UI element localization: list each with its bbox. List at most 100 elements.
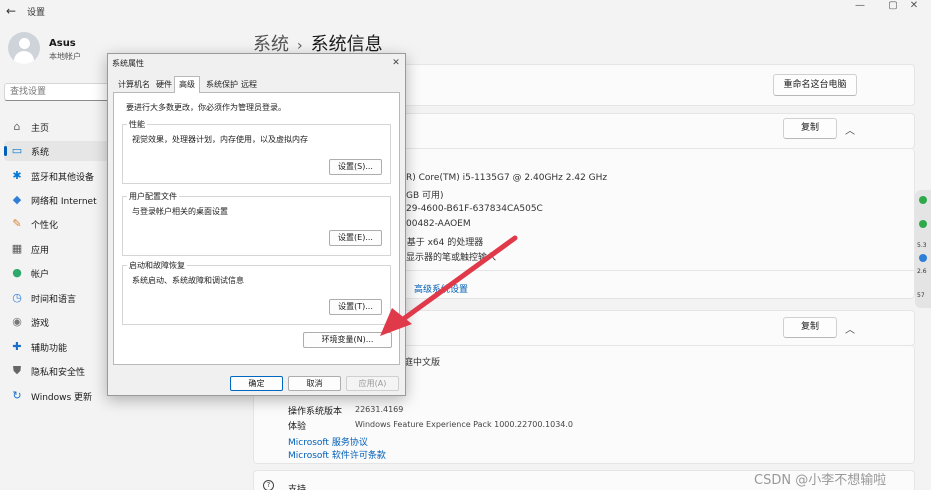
sidebar-item-system[interactable]: ▭ 系统 [4,141,112,161]
selection-indicator [4,146,7,156]
app-title: 设置 [27,8,46,18]
startup-recovery-group: 启动和故障恢复 系统启动、系统故障和调试信息 设置(T)... [122,260,391,325]
status-dot-icon [919,254,927,262]
home-icon: ⌂ [13,120,21,133]
apps-icon: ▦ [11,242,23,255]
sidebar-item-time-language[interactable]: ◷ 时间和语言 [4,288,112,308]
chevron-up-icon[interactable]: ︿ [843,321,857,336]
avatar-head [19,38,30,49]
title-bar: ← 设置 — ▢ ✕ [0,0,931,22]
sidebar-item-bluetooth[interactable]: ✱ 蓝牙和其他设备 [4,166,112,186]
sidebar-item-label: 网络和 Internet [31,197,97,207]
sidebar-item-label: 辅助功能 [31,344,68,354]
windows-spec-copy-button[interactable]: 复制 [783,317,837,338]
side-widget[interactable]: 5.3 2.6 57 [915,190,931,308]
sidebar-item-privacy[interactable]: ⛊ 隐私和安全性 [4,361,112,381]
sidebar-item-accounts[interactable]: ● 帐户 [4,263,112,283]
os-build-value: 22631.4169 [355,405,404,414]
widget-value: 5.3 [917,242,927,249]
minimize-icon[interactable]: — [843,0,877,14]
startup-recovery-title: 启动和故障恢复 [127,260,187,271]
account-name: Asus [49,38,76,49]
avatar[interactable] [8,32,40,64]
personalization-icon: ✎ [12,217,22,230]
tab-computer-name[interactable]: 计算机名 [114,78,154,92]
spec-device-id: 29-4600-B61F-637834CA505C [406,204,543,214]
apply-button[interactable]: 应用(A) [346,376,399,391]
sidebar-item-label: 隐私和安全性 [31,368,86,378]
watermark: CSDN @小李不想输啦 [754,473,887,488]
breadcrumb-separator: › [297,38,303,54]
performance-desc: 视觉效果，处理器计划，内存使用，以及虚拟内存 [132,135,308,144]
spec-edition: 庭中文版 [404,358,441,368]
sidebar-item-label: 应用 [31,246,50,256]
arrow-shaft [399,235,518,323]
sidebar-item-windows-update[interactable]: ↻ Windows 更新 [4,386,112,406]
close-icon[interactable]: ✕ [897,0,931,14]
sidebar-item-label: 系统 [31,148,50,158]
sidebar-item-label: 游戏 [31,319,50,329]
system-icon: ▭ [11,144,23,157]
tab-remote[interactable]: 远程 [238,78,260,92]
accessibility-icon: ✚ [12,340,22,353]
sidebar-item-label: 主页 [31,124,50,134]
help-icon: ? [263,480,274,490]
experience-label: 体验 [288,422,307,432]
sidebar-item-label: 时间和语言 [31,295,77,305]
network-icon: ◆ [12,193,22,206]
privacy-icon: ⛊ [12,364,22,377]
dialog-close-icon[interactable]: ✕ [390,57,402,69]
dialog-title: 系统属性 [112,59,144,68]
performance-title: 性能 [127,119,147,130]
spec-product-id: 00482-AAOEM [406,219,471,229]
user-profiles-title: 用户配置文件 [127,191,179,202]
cancel-button[interactable]: 取消 [288,376,341,391]
time-language-icon: ◷ [12,291,22,304]
sidebar-item-gaming[interactable]: ◉ 游戏 [4,312,112,332]
sidebar-item-network[interactable]: ◆ 网络和 Internet [4,190,112,210]
widget-value: 57 [917,292,925,299]
bluetooth-icon: ✱ [12,169,22,182]
admin-note: 要进行大多数更改，你必须作为管理员登录。 [126,103,286,112]
sidebar-item-apps[interactable]: ▦ 应用 [4,239,112,259]
arrow-head [380,308,412,336]
sidebar-item-label: 个性化 [31,221,59,231]
ok-button[interactable]: 确定 [230,376,283,391]
spec-ram: GB 可用) [406,191,444,201]
user-profiles-group: 用户配置文件 与登录帐户相关的桌面设置 设置(E)... [122,191,391,256]
sidebar-item-label: 帐户 [31,270,50,280]
os-build-label: 操作系统版本 [288,407,343,417]
chevron-up-icon[interactable]: ︿ [843,122,857,137]
sidebar-item-label: 蓝牙和其他设备 [31,173,95,183]
search-box[interactable] [4,83,114,101]
device-spec-copy-button[interactable]: 复制 [783,118,837,139]
ms-services-agreement-link[interactable]: Microsoft 服务协议 [288,435,368,448]
annotation-arrow-icon [380,235,518,336]
tab-system-protection[interactable]: 系统保护 [202,78,242,92]
breadcrumb-parent[interactable]: 系统 [253,34,289,55]
accounts-icon: ● [12,266,22,279]
tab-hardware[interactable]: 硬件 [152,78,176,92]
performance-settings-button[interactable]: 设置(S)... [329,159,382,175]
back-arrow-icon[interactable]: ← [6,3,22,19]
spec-processor: R) Core(TM) i5-1135G7 @ 2.40GHz 2.42 GHz [406,173,608,183]
sidebar-item-home[interactable]: ⌂ 主页 [4,117,112,137]
user-profiles-desc: 与登录帐户相关的桌面设置 [132,207,228,216]
status-dot-icon [919,196,927,204]
windows-update-icon: ↻ [12,389,22,402]
ms-license-terms-link[interactable]: Microsoft 软件许可条款 [288,448,386,461]
account-type: 本地帐户 [49,52,81,61]
sidebar-item-accessibility[interactable]: ✚ 辅助功能 [4,337,112,357]
sidebar-item-label: Windows 更新 [31,393,93,403]
page-title: 系统信息 [310,34,383,55]
sidebar-item-personalization[interactable]: ✎ 个性化 [4,214,112,234]
rename-pc-button[interactable]: 重命名这台电脑 [773,74,857,96]
experience-value: Windows Feature Experience Pack 1000.227… [355,420,574,429]
search-input[interactable] [5,84,113,100]
avatar-body [14,51,34,64]
performance-group: 性能 视觉效果，处理器计划，内存使用，以及虚拟内存 设置(S)... [122,119,391,184]
gaming-icon: ◉ [12,315,22,328]
tab-advanced[interactable]: 高级 [174,76,200,93]
support-label: 支持 [288,485,307,490]
startup-recovery-desc: 系统启动、系统故障和调试信息 [132,276,244,285]
